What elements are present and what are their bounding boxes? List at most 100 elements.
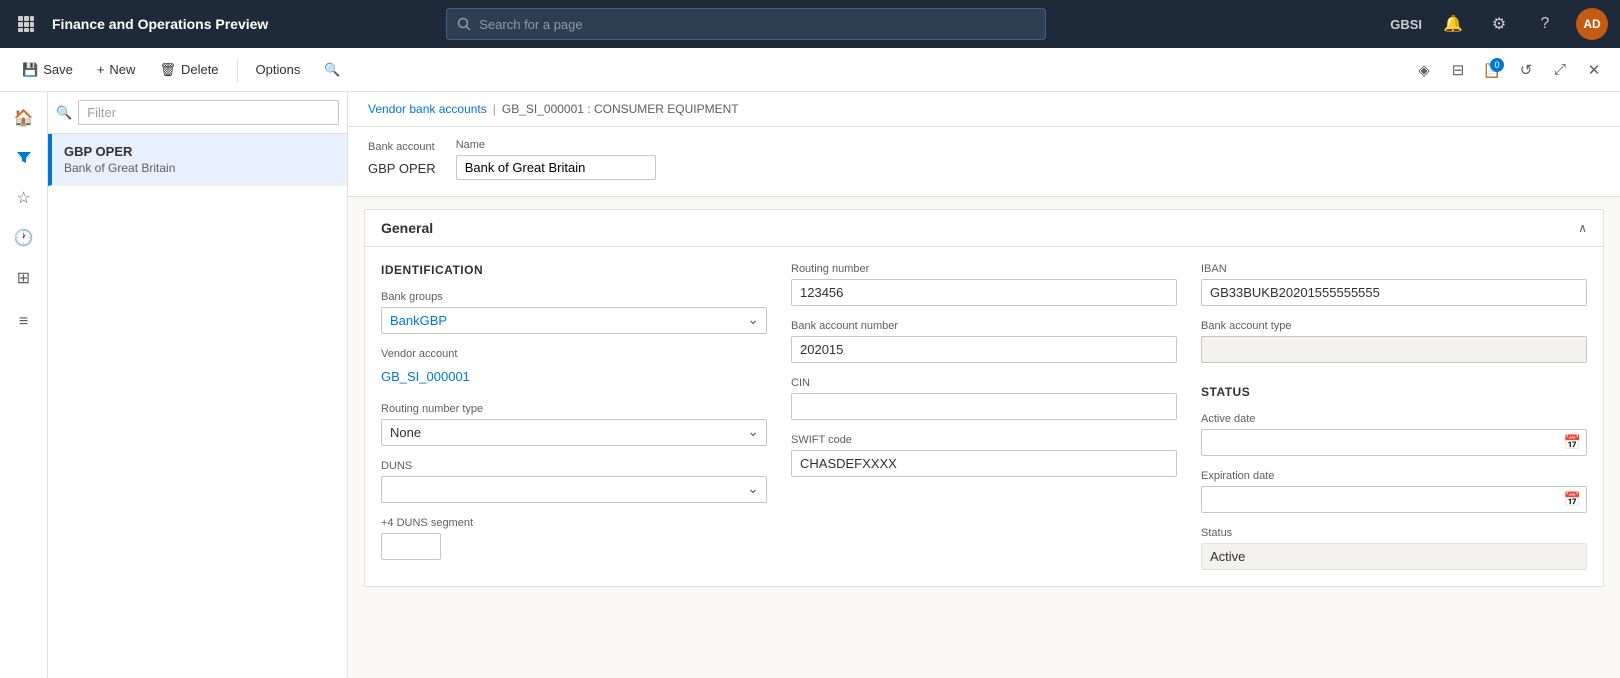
expand-icon[interactable]: ⤢ — [1546, 56, 1574, 84]
list-item[interactable]: GBP OPER Bank of Great Britain — [48, 134, 347, 186]
bank-account-number-input[interactable] — [791, 336, 1177, 363]
search-input[interactable] — [479, 17, 1035, 32]
save-button[interactable]: 💾 Save — [12, 57, 83, 83]
swift-code-group: SWIFT code — [791, 434, 1177, 477]
top-nav-right-area: GBSI 🔔 ⚙ ? AD — [1390, 8, 1608, 40]
duns-label: DUNS — [381, 460, 767, 472]
breadcrumb: Vendor bank accounts | GB_SI_000001 : CO… — [348, 92, 1620, 127]
general-section-header[interactable]: General ∧ — [365, 210, 1603, 247]
toolbar-right-actions: ◈ ⊟ 📋 0 ↺ ⤢ ✕ — [1410, 56, 1608, 84]
refresh-icon[interactable]: ↺ — [1512, 56, 1540, 84]
bank-groups-select-wrapper: BankGBP BankUSD BankEUR — [381, 307, 767, 334]
list-panel: 🔍 GBP OPER Bank of Great Britain — [48, 92, 348, 678]
user-avatar[interactable]: AD — [1576, 8, 1608, 40]
duns-segment-label: +4 DUNS segment — [381, 517, 767, 529]
new-button[interactable]: + New — [87, 57, 146, 82]
diamond-icon[interactable]: ◈ — [1410, 56, 1438, 84]
expiration-date-wrapper: 📅 — [1201, 486, 1587, 513]
iban-label: IBAN — [1201, 263, 1587, 275]
sidebar-grid-icon[interactable]: ⊞ — [6, 260, 42, 296]
list-filter-bar: 🔍 — [48, 92, 347, 134]
close-icon[interactable]: ✕ — [1580, 56, 1608, 84]
bank-account-label: Bank account — [368, 141, 436, 153]
cin-label: CIN — [791, 377, 1177, 389]
cin-input[interactable] — [791, 393, 1177, 420]
active-date-label: Active date — [1201, 413, 1587, 425]
sidebar-star-icon[interactable]: ☆ — [6, 180, 42, 216]
status-label: Status — [1201, 527, 1587, 539]
general-section: General ∧ IDENTIFICATION Bank groups Ban… — [364, 209, 1604, 587]
sidebar-list-icon[interactable]: ≡ — [6, 304, 42, 340]
top-navigation: Finance and Operations Preview GBSI 🔔 ⚙ … — [0, 0, 1620, 48]
cin-group: CIN — [791, 377, 1177, 420]
bank-groups-select[interactable]: BankGBP BankUSD BankEUR — [381, 307, 767, 334]
swift-code-input[interactable] — [791, 450, 1177, 477]
duns-segment-input[interactable] — [381, 533, 441, 560]
general-section-content: IDENTIFICATION Bank groups BankGBP BankU… — [365, 247, 1603, 586]
sidebar-home-icon[interactable]: 🏠 — [6, 100, 42, 136]
status-section: STATUS Active date 📅 Expiration date — [1201, 385, 1587, 570]
search-bar[interactable] — [446, 8, 1046, 40]
delete-button[interactable]: 🗑 Delete — [149, 57, 228, 83]
detail-panel: Vendor bank accounts | GB_SI_000001 : CO… — [348, 92, 1620, 678]
list-item-title: GBP OPER — [64, 144, 335, 159]
filter-input[interactable] — [78, 100, 339, 125]
breadcrumb-parent[interactable]: Vendor bank accounts — [368, 102, 487, 116]
name-label: Name — [456, 139, 656, 151]
list-item-subtitle: Bank of Great Britain — [64, 161, 335, 175]
duns-group: DUNS — [381, 460, 767, 503]
bank-account-type-label: Bank account type — [1201, 320, 1587, 332]
duns-select[interactable] — [381, 476, 767, 503]
routing-number-label: Routing number — [791, 263, 1177, 275]
iban-input[interactable] — [1201, 279, 1587, 306]
detail-header-fields: Bank account GBP OPER Name — [348, 127, 1620, 197]
routing-number-type-group: Routing number type None ABA CHIPS — [381, 403, 767, 446]
sidebar-clock-icon[interactable]: 🕐 — [6, 220, 42, 256]
swift-code-label: SWIFT code — [791, 434, 1177, 446]
list-items-container: GBP OPER Bank of Great Britain — [48, 134, 347, 678]
name-input[interactable] — [456, 155, 656, 180]
toolbar: 💾 Save + New 🗑 Delete Options 🔍 ◈ ⊟ 📋 0 … — [0, 48, 1620, 92]
routing-number-type-select[interactable]: None ABA CHIPS — [381, 419, 767, 446]
vendor-account-link[interactable]: GB_SI_000001 — [381, 364, 767, 389]
expiration-date-group: Expiration date 📅 — [1201, 470, 1587, 513]
active-date-calendar-icon[interactable]: 📅 — [1564, 434, 1581, 451]
bank-groups-group: Bank groups BankGBP BankUSD BankEUR — [381, 291, 767, 334]
filter-search-icon: 🔍 — [56, 105, 72, 121]
breadcrumb-separator: | — [493, 102, 496, 116]
identification-header-group: IDENTIFICATION — [381, 263, 767, 277]
sidebar-icons: 🏠 ☆ 🕐 ⊞ ≡ — [0, 92, 48, 678]
help-icon[interactable]: ? — [1530, 9, 1560, 39]
delete-icon: 🗑 — [159, 62, 176, 78]
notifications-badge-icon[interactable]: 📋 0 — [1478, 56, 1506, 84]
expiration-date-calendar-icon[interactable]: 📅 — [1564, 491, 1581, 508]
options-button[interactable]: Options — [246, 57, 311, 82]
save-icon: 💾 — [22, 62, 38, 78]
general-section-title: General — [381, 220, 433, 236]
bank-account-type-group: Bank account type — [1201, 320, 1587, 363]
vendor-account-group: Vendor account GB_SI_000001 — [381, 348, 767, 389]
account-info-column: Routing number Bank account number CIN S… — [791, 263, 1177, 570]
bank-groups-label: Bank groups — [381, 291, 767, 303]
routing-number-input[interactable] — [791, 279, 1177, 306]
settings-icon[interactable]: ⚙ — [1484, 9, 1514, 39]
expiration-date-input[interactable] — [1201, 486, 1587, 513]
duns-select-wrapper — [381, 476, 767, 503]
active-date-input[interactable] — [1201, 429, 1587, 456]
bank-account-number-group: Bank account number — [791, 320, 1177, 363]
bank-account-value: GBP OPER — [368, 157, 436, 180]
toolbar-search-icon: 🔍 — [324, 62, 340, 78]
status-section-label: STATUS — [1201, 385, 1587, 399]
sidebar-filter-icon[interactable] — [6, 140, 42, 176]
search-icon — [457, 17, 471, 31]
notification-icon[interactable]: 🔔 — [1438, 9, 1468, 39]
status-value-group: Status Active — [1201, 527, 1587, 570]
layout-icon[interactable]: ⊟ — [1444, 56, 1472, 84]
section-collapse-icon: ∧ — [1578, 221, 1587, 235]
identification-column: IDENTIFICATION Bank groups BankGBP BankU… — [381, 263, 767, 570]
grid-menu-icon[interactable] — [12, 10, 40, 38]
active-date-group: Active date 📅 — [1201, 413, 1587, 456]
breadcrumb-current: GB_SI_000001 : CONSUMER EQUIPMENT — [502, 102, 739, 116]
search-toolbar-button[interactable]: 🔍 — [314, 57, 350, 83]
app-title: Finance and Operations Preview — [52, 16, 268, 32]
